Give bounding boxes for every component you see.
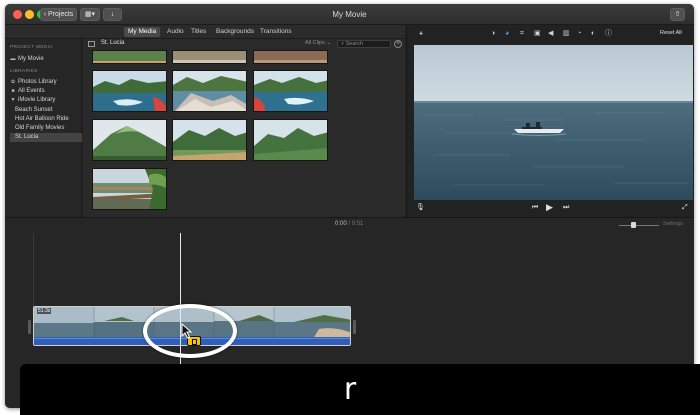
info-icon[interactable]: ⓘ (605, 29, 612, 38)
viewer-panel: ⚹ ◑ ◕ ⌗ ▣ ◀ ▥ ◔ ◐ ⓘ Reset All 🎙 ⏮ ▶ ⏭ ⤢ (406, 25, 694, 217)
tab-my-media[interactable]: My Media (124, 27, 161, 37)
search-placeholder: Search (345, 41, 364, 47)
share-button[interactable]: ⇧ (670, 8, 685, 21)
skip-back-icon[interactable]: ⏮ (532, 203, 538, 212)
search-icon: ⌕ (341, 41, 345, 47)
reset-all-button[interactable]: Reset All (660, 29, 682, 38)
video-preview[interactable] (414, 45, 693, 200)
current-time: 0:00 (335, 221, 347, 227)
magic-wand-icon[interactable]: ⚹ (419, 29, 423, 38)
sidebar-toggle-icon[interactable] (88, 41, 95, 47)
clip-thumbnail[interactable] (172, 70, 247, 112)
sidebar-item-imovie-library[interactable]: ▼ iMovie Library (10, 96, 82, 105)
clip-thumbnail[interactable] (92, 119, 167, 161)
title-bar: ‹ Projects ▦▾ ↓ My Movie ⇧ (5, 4, 694, 25)
color-balance-icon[interactable]: ◑ (491, 29, 495, 38)
add-gear-icon[interactable]: + (394, 40, 402, 48)
media-tab-bar: My Media Audio Titles Backgrounds Transi… (5, 25, 405, 39)
speed-icon[interactable]: ◔ (577, 29, 581, 38)
clip-duration-label: 51.3s (37, 308, 52, 314)
window-title: My Movie (332, 10, 367, 19)
clip-thumbnail[interactable] (172, 119, 247, 161)
clip-thumbnail[interactable] (172, 50, 247, 64)
sidebar-item-hot-air-balloon-ride[interactable]: Hot Air Balloon Ride (15, 115, 82, 124)
timeline-start-line (33, 233, 34, 311)
tab-backgrounds[interactable]: Backgrounds (212, 27, 258, 37)
tab-transitions[interactable]: Transitions (256, 27, 296, 37)
zoom-slider-track[interactable] (619, 225, 659, 226)
project-media-header: PROJECT MEDIA (10, 45, 53, 50)
libraries-header: LIBRARIES (10, 69, 38, 74)
tab-titles[interactable]: Titles (187, 27, 210, 37)
clip-trim-handle-right[interactable] (353, 320, 356, 334)
microphone-icon[interactable]: 🎙 (416, 203, 425, 212)
clip-filter-select[interactable]: All Clips ⌄ (305, 40, 331, 46)
search-input[interactable]: ⌕ Search (337, 40, 391, 48)
sidebar-item-old-family-movies[interactable]: Old Family Movies (15, 124, 82, 133)
sidebar-item-st-lucia[interactable]: St. Lucia (10, 133, 82, 142)
noise-reduction-icon[interactable]: ▥ (563, 29, 570, 38)
timecode-separator: / (348, 221, 351, 227)
caption-text: r (343, 372, 357, 407)
media-browser: St. Lucia All Clips ⌄ ⌕ Search + (83, 39, 405, 217)
total-time: 0:51 (351, 221, 364, 227)
filter-icon[interactable]: ◐ (591, 29, 595, 38)
crop-icon[interactable]: ⌗ (520, 29, 524, 38)
clip-thumbnail[interactable] (92, 168, 167, 210)
sidebar-item-my-movie[interactable]: ▬ My Movie (10, 55, 82, 64)
clip-thumbnail[interactable] (253, 50, 328, 64)
stabilization-icon[interactable]: ▣ (534, 29, 541, 38)
clip-thumbnail[interactable] (92, 50, 167, 64)
tab-audio[interactable]: Audio (163, 27, 188, 37)
clip-thumbnail[interactable] (253, 119, 328, 161)
share-icon: ⇧ (674, 11, 681, 18)
sidebar-item-photos-library[interactable]: ✿ Photos Library (10, 78, 82, 87)
browser-header: St. Lucia All Clips ⌄ ⌕ Search + (83, 39, 405, 49)
browser-title: St. Lucia (101, 40, 125, 46)
sidebar-item-beach-sunset[interactable]: Beach Sunset (15, 106, 82, 115)
mouse-pointer-icon (181, 323, 193, 339)
disclosure-triangle-icon[interactable]: ▼ (10, 96, 16, 105)
imovie-window: ‹ Projects ▦▾ ↓ My Movie ⇧ My Media Audi… (5, 4, 694, 408)
skip-forward-icon[interactable]: ⏭ (563, 203, 569, 212)
timeline-settings-button[interactable]: Settings (663, 221, 683, 227)
zoom-slider-knob[interactable] (631, 222, 636, 228)
library-sidebar: PROJECT MEDIA ▬ My Movie LIBRARIES ✿ Photo… (5, 39, 82, 217)
clip-thumbnail[interactable] (253, 70, 328, 112)
color-correction-icon[interactable]: ◕ (505, 29, 509, 38)
clip-trim-handle-left[interactable] (28, 320, 31, 334)
volume-icon[interactable]: ◀ (548, 29, 553, 38)
clip-thumbnail[interactable] (92, 70, 167, 112)
film-icon: ▬ (10, 56, 16, 62)
events-icon: ■ (11, 88, 15, 94)
sidebar-item-all-events[interactable]: ■ All Events (10, 87, 82, 96)
fullscreen-icon[interactable]: ⤢ (682, 203, 688, 212)
timecode-display: 0:00 / 0:51 (335, 221, 363, 227)
play-icon[interactable]: ▶ (546, 203, 553, 212)
photos-icon: ✿ (10, 79, 16, 85)
